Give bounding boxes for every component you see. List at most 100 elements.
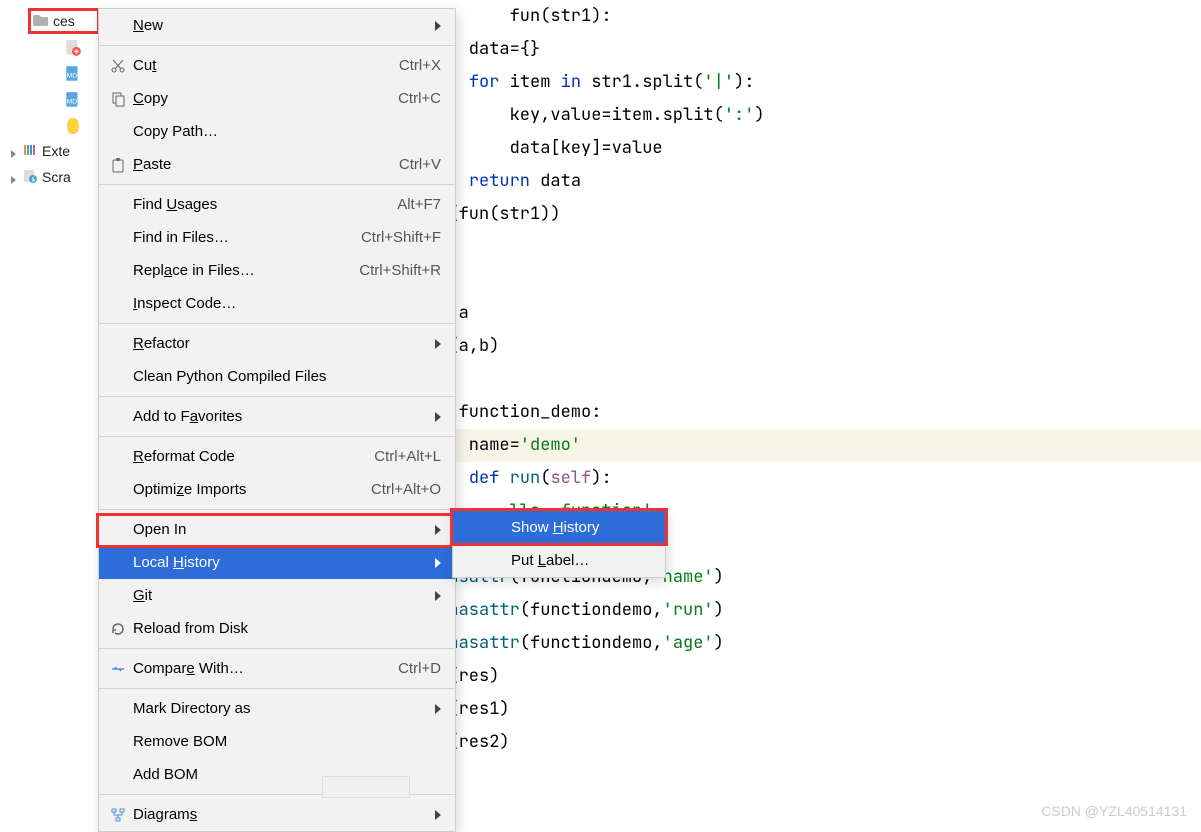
code-line	[416, 231, 1201, 264]
code-line	[416, 264, 1201, 297]
menu-label: Replace in Files…	[133, 262, 359, 279]
menu-item[interactable]: Find UsagesAlt+F7	[99, 188, 455, 221]
folder-ces[interactable]: ces	[28, 8, 100, 34]
menu-item[interactable]: Show History	[453, 511, 665, 544]
menu-item[interactable]: Local History	[99, 546, 455, 579]
chevron-right-icon	[8, 172, 18, 182]
menu-shortcut: Ctrl+D	[398, 660, 441, 677]
diagram-icon	[109, 807, 127, 823]
cut-icon	[109, 58, 127, 74]
menu-shortcut: Ctrl+X	[399, 57, 441, 74]
menu-shortcut: Ctrl+Shift+R	[359, 262, 441, 279]
submenu-arrow-icon	[435, 558, 441, 568]
menu-shortcut: Ctrl+C	[398, 90, 441, 107]
code-line: nt(a,b)	[416, 330, 1201, 363]
menu-label: Find in Files…	[133, 229, 361, 246]
menu-shortcut: Ctrl+Shift+F	[361, 229, 441, 246]
menu-shortcut: Ctrl+V	[399, 156, 441, 173]
menu-separator	[99, 648, 455, 649]
menu-label: New	[133, 17, 427, 34]
menu-item[interactable]: New	[99, 9, 455, 42]
submenu-arrow-icon	[435, 704, 441, 714]
svg-text:MD: MD	[67, 72, 78, 79]
file-icon	[64, 39, 82, 55]
submenu-arrow-icon	[435, 591, 441, 601]
menu-shortcut: Ctrl+Alt+O	[371, 481, 441, 498]
lib-label: Scra	[42, 169, 71, 185]
menu-separator	[99, 323, 455, 324]
local-history-submenu: Show History Put Label…	[452, 510, 666, 578]
lib-label: Exte	[42, 143, 70, 159]
menu-item[interactable]: Find in Files…Ctrl+Shift+F	[99, 221, 455, 254]
menu-separator	[99, 436, 455, 437]
menu-item[interactable]: Refactor	[99, 327, 455, 360]
menu-label: Git	[133, 587, 427, 604]
code-line: data[key]=value	[416, 132, 1201, 165]
scrollbar-stub[interactable]	[322, 776, 410, 798]
menu-item[interactable]: Clean Python Compiled Files	[99, 360, 455, 393]
menu-item[interactable]: Remove BOM	[99, 725, 455, 758]
menu-label: Copy	[133, 90, 398, 107]
menu-label: Open In	[133, 521, 427, 538]
paste-icon	[109, 157, 127, 173]
submenu-arrow-icon	[435, 21, 441, 31]
menu-label: Find Usages	[133, 196, 397, 213]
scratches[interactable]: Scra	[0, 164, 100, 190]
menu-item[interactable]: PasteCtrl+V	[99, 148, 455, 181]
code-line: nt(res1)	[416, 693, 1201, 726]
library-icon	[22, 142, 38, 161]
menu-item[interactable]: Replace in Files…Ctrl+Shift+R	[99, 254, 455, 287]
editor[interactable]: fun(str1): data={} for item in str1.spli…	[416, 0, 1201, 759]
submenu-arrow-icon	[435, 339, 441, 349]
file-icon: MD	[64, 65, 82, 81]
menu-label: Paste	[133, 156, 399, 173]
submenu-arrow-icon	[435, 810, 441, 820]
menu-item[interactable]: Optimize ImportsCtrl+Alt+O	[99, 473, 455, 506]
menu-shortcut: Alt+F7	[397, 196, 441, 213]
menu-item[interactable]: CutCtrl+X	[99, 49, 455, 82]
code-line: name='demo'	[416, 429, 1201, 462]
menu-item[interactable]: Inspect Code…	[99, 287, 455, 320]
compare-icon	[109, 661, 127, 677]
submenu-arrow-icon	[435, 412, 441, 422]
menu-item[interactable]: Git	[99, 579, 455, 612]
menu-label: Refactor	[133, 335, 427, 352]
menu-label: Show History	[511, 519, 651, 536]
menu-item[interactable]: Put Label…	[453, 544, 665, 577]
file-icon-group: MD MD	[64, 34, 100, 138]
submenu-arrow-icon	[435, 525, 441, 535]
menu-label: Copy Path…	[133, 123, 441, 140]
menu-label: Optimize Imports	[133, 481, 371, 498]
code-line: nt(res)	[416, 660, 1201, 693]
menu-item[interactable]: Reformat CodeCtrl+Alt+L	[99, 440, 455, 473]
file-icon	[64, 117, 82, 133]
reload-icon	[109, 621, 127, 637]
external-libraries[interactable]: Exte	[0, 138, 100, 164]
menu-label: Cut	[133, 57, 399, 74]
menu-label: Local History	[133, 554, 427, 571]
code-line	[416, 363, 1201, 396]
code-line: nt(fun(str1))	[416, 198, 1201, 231]
code-line: data={}	[416, 33, 1201, 66]
menu-label: Reformat Code	[133, 448, 374, 465]
menu-separator	[99, 396, 455, 397]
menu-label: Remove BOM	[133, 733, 441, 750]
menu-shortcut: Ctrl+Alt+L	[374, 448, 441, 465]
menu-item[interactable]: Add to Favorites	[99, 400, 455, 433]
menu-item[interactable]: Mark Directory as	[99, 692, 455, 725]
menu-separator	[99, 45, 455, 46]
menu-label: Inspect Code…	[133, 295, 441, 312]
watermark: CSDN @YZL40514131	[1041, 803, 1187, 819]
menu-label: Reload from Disk	[133, 620, 441, 637]
menu-separator	[99, 509, 455, 510]
menu-item[interactable]: Diagrams	[99, 798, 455, 831]
menu-item[interactable]: Reload from Disk	[99, 612, 455, 645]
menu-item[interactable]: Copy Path…	[99, 115, 455, 148]
menu-label: Add to Favorites	[133, 408, 427, 425]
menu-item[interactable]: Compare With…Ctrl+D	[99, 652, 455, 685]
menu-item[interactable]: CopyCtrl+C	[99, 82, 455, 115]
menu-label: Mark Directory as	[133, 700, 427, 717]
code-line: 1=hasattr(functiondemo,'run')	[416, 594, 1201, 627]
menu-item[interactable]: Open In	[99, 513, 455, 546]
chevron-right-icon	[8, 146, 18, 156]
